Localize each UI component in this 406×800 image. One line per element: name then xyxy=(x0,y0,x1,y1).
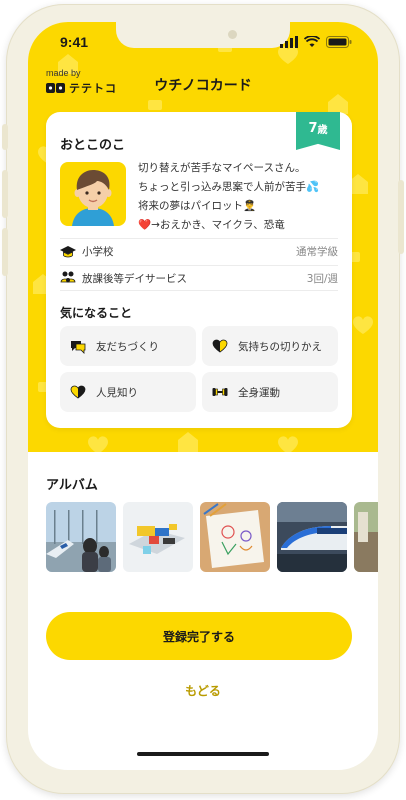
volume-up-button xyxy=(2,170,8,218)
age-badge: 7歳 xyxy=(296,112,340,150)
concern-label: 気持ちの切りかえ xyxy=(238,340,322,353)
concern-item-shyness[interactable]: 人見知り xyxy=(60,372,196,412)
info-value: 3回/週 xyxy=(306,272,338,285)
concern-item-friends[interactable]: 友だちづくり xyxy=(60,326,196,366)
album-photo-partial[interactable] xyxy=(354,502,378,572)
concern-item-mood-switch[interactable]: 気持ちの切りかえ xyxy=(202,326,338,366)
album-photo-airport[interactable] xyxy=(46,502,116,572)
album-photo-lego[interactable] xyxy=(123,502,193,572)
album-photo-train[interactable] xyxy=(277,502,347,572)
concern-item-exercise[interactable]: 全身運動 xyxy=(202,372,338,412)
complete-registration-button[interactable]: 登録完了する xyxy=(46,612,352,660)
album-strip[interactable] xyxy=(46,502,378,574)
screen: 9:41 made by テテトコ ウチノコカード 7 歳 おとこのこ 切り替え… xyxy=(28,22,378,770)
concern-label: 全身運動 xyxy=(238,386,280,399)
volume-down-button xyxy=(2,228,8,276)
back-link[interactable]: もどる xyxy=(28,682,378,699)
child-name: おとこのこ xyxy=(60,138,126,153)
status-icons xyxy=(280,36,352,48)
mute-switch xyxy=(2,124,8,150)
info-row-school: 小学校 通常学級 xyxy=(60,238,338,264)
info-value: 通常学級 xyxy=(296,246,338,258)
concern-label: 友だちづくり xyxy=(96,340,159,353)
boy-avatar-icon xyxy=(72,170,114,226)
status-time: 9:41 xyxy=(60,34,89,50)
info-label: 小学校 xyxy=(82,246,114,258)
graduation-cap-icon xyxy=(60,244,76,260)
description-line: 将来の夢はパイロット👨‍✈️ xyxy=(138,200,257,212)
notch xyxy=(116,22,290,48)
album-title: アルバム xyxy=(46,478,98,493)
child-description: 切り替えが苦手なマイペースさん。 ちょっと引っ込み思案で人前が苦手💦 将来の夢は… xyxy=(138,159,344,235)
concerns-title: 気になること xyxy=(60,306,133,320)
heart-icon xyxy=(212,339,228,353)
signal-icon xyxy=(280,36,298,48)
power-button xyxy=(398,180,404,254)
info-row-afterschool: 放課後等デイサービス 3回/週 xyxy=(60,265,338,291)
page-title: ウチノコカード xyxy=(154,78,252,94)
wifi-icon xyxy=(304,36,320,47)
concern-label: 人見知り xyxy=(96,386,138,399)
dumbbell-icon xyxy=(212,388,228,396)
age-number: 7 xyxy=(308,120,318,136)
home-indicator[interactable] xyxy=(137,752,269,756)
battery-icon xyxy=(326,36,352,48)
description-line: ❤️→おえかき、マイクラ、恐竜 xyxy=(138,219,285,231)
speech-bubble-icon xyxy=(71,341,86,354)
description-line: ちょっと引っ込み思案で人前が苦手💦 xyxy=(138,181,320,193)
info-label: 放課後等デイサービス xyxy=(82,272,187,285)
heart-icon xyxy=(70,385,86,399)
album-photo-drawing[interactable] xyxy=(200,502,270,572)
profile-card: 7歳 おとこのこ 切り替えが苦手なマイペースさん。 ちょっと引っ込み思案で人前が… xyxy=(46,112,352,428)
age-unit: 歳 xyxy=(317,124,328,136)
description-line: 切り替えが苦手なマイペースさん。 xyxy=(138,162,306,174)
people-icon xyxy=(60,270,76,286)
avatar xyxy=(60,162,126,226)
header-background: 9:41 made by テテトコ ウチノコカード 7 歳 おとこのこ 切り替え… xyxy=(28,22,378,452)
